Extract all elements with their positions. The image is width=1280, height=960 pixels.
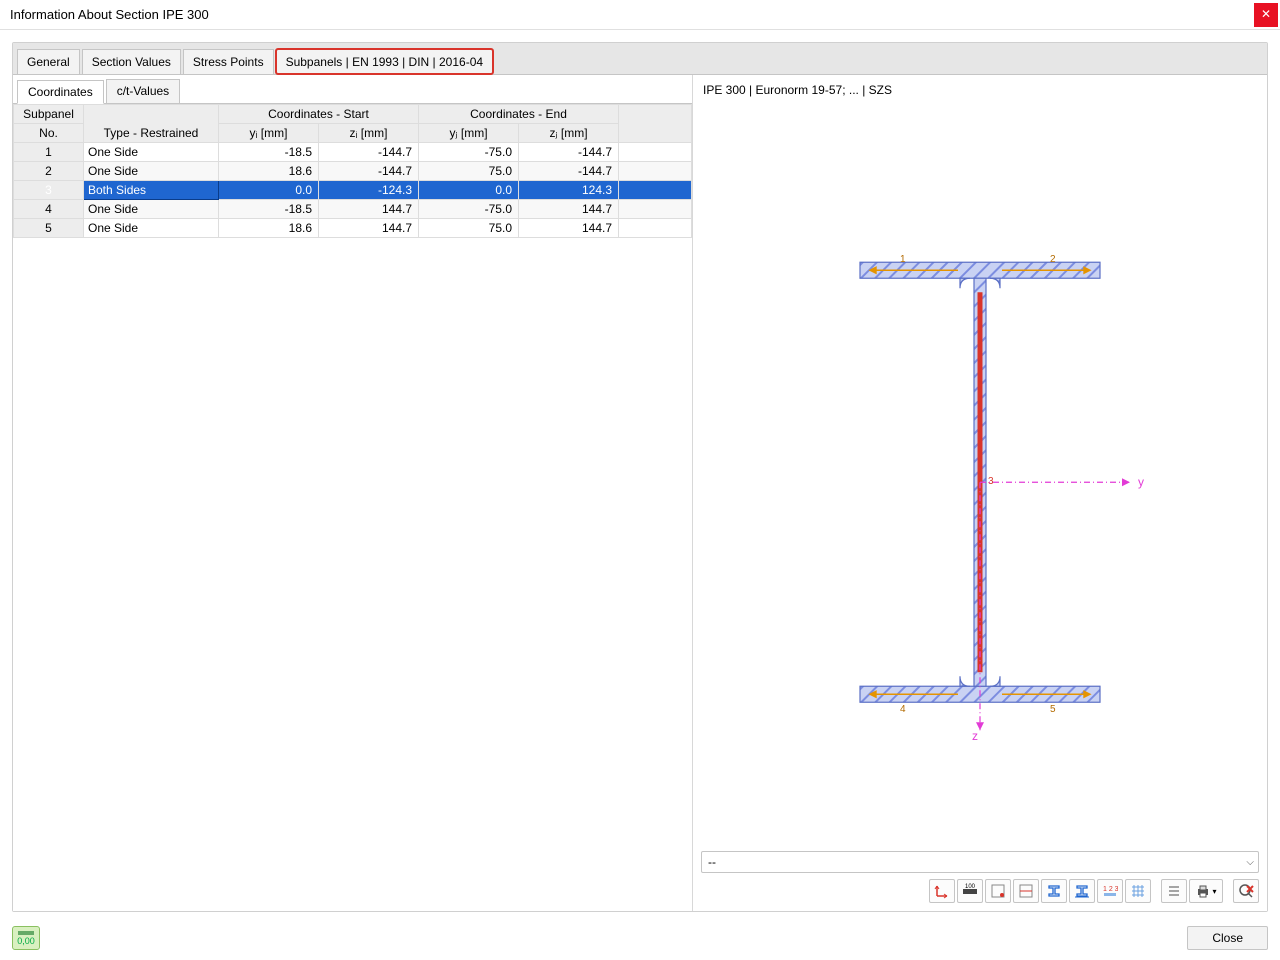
table-row[interactable]: 1 One Side -18.5 -144.7 -75.0 -144.7 [14, 143, 692, 162]
close-button[interactable]: Close [1187, 926, 1268, 950]
window-close-button[interactable]: ✕ [1254, 3, 1278, 27]
svg-text:1 2 3: 1 2 3 [1103, 886, 1118, 893]
tab-subpanels[interactable]: Subpanels | EN 1993 | DIN | 2016-04 [276, 49, 493, 74]
tool-grid-icon[interactable] [1125, 879, 1151, 903]
col-coords-start: Coordinates - Start [219, 105, 419, 124]
table-row-selected[interactable]: 3 Both Sides 0.0 -124.3 0.0 124.3 [14, 181, 692, 200]
col-subpanel-top: Subpanel [14, 105, 84, 124]
content-area: Coordinates c/t-Values [13, 74, 1267, 911]
subtab-ct-values[interactable]: c/t-Values [106, 79, 180, 103]
svg-text:4: 4 [900, 704, 906, 715]
right-pane: IPE 300 | Euronorm 19-57; ... | SZS [693, 75, 1267, 911]
selector-dropdown[interactable]: -- ⌵ [701, 851, 1259, 873]
col-type: Type - Restrained [84, 105, 219, 143]
window-title: Information About Section IPE 300 [10, 7, 209, 22]
i-beam-drawing: 1 2 4 5 3 y z [800, 182, 1160, 745]
toolbar-separator [1153, 879, 1159, 903]
svg-text:1: 1 [900, 254, 906, 265]
units-button[interactable]: 0,00 [12, 926, 40, 950]
tool-list-icon[interactable] [1161, 879, 1187, 903]
tool-reset-icon[interactable] [1233, 879, 1259, 903]
chevron-down-icon: ▾ [1212, 887, 1216, 896]
table-body: 1 One Side -18.5 -144.7 -75.0 -144.7 2 O… [14, 143, 692, 238]
col-coords-end: Coordinates - End [419, 105, 619, 124]
svg-text:100: 100 [965, 884, 976, 890]
tool-ruler-icon[interactable]: 100 [957, 879, 983, 903]
main-panel: General Section Values Stress Points Sub… [12, 42, 1268, 912]
col-spacer [619, 105, 692, 143]
col-subpanel-bot: No. [14, 124, 84, 143]
tool-section-icon[interactable] [1041, 879, 1067, 903]
table-row[interactable]: 2 One Side 18.6 -144.7 75.0 -144.7 [14, 162, 692, 181]
viewer-caption: IPE 300 | Euronorm 19-57; ... | SZS [693, 75, 1267, 101]
tab-general[interactable]: General [17, 49, 80, 74]
svg-text:2: 2 [1050, 254, 1056, 265]
col-yj: yⱼ [mm] [419, 124, 519, 143]
subpanels-table[interactable]: Subpanel Type - Restrained Coordinates -… [13, 104, 692, 238]
tool-axes-icon[interactable] [929, 879, 955, 903]
tab-stress-points[interactable]: Stress Points [183, 49, 274, 74]
svg-text:5: 5 [1050, 704, 1056, 715]
footer-bar: 0,00 Close [12, 926, 1268, 950]
subtab-strip: Coordinates c/t-Values [13, 75, 692, 103]
subtab-coordinates[interactable]: Coordinates [17, 80, 104, 104]
viewer-toolbar: 100 1 2 3 ▾ [693, 875, 1267, 911]
dropdown-value: -- [708, 855, 716, 869]
tab-section-values[interactable]: Section Values [82, 49, 181, 74]
axis-y-label: y [1138, 475, 1144, 489]
tool-print-icon[interactable]: ▾ [1189, 879, 1223, 903]
table-row[interactable]: 5 One Side 18.6 144.7 75.0 144.7 [14, 219, 692, 238]
tool-ct-icon[interactable] [1013, 879, 1039, 903]
window-titlebar: Information About Section IPE 300 ✕ [0, 0, 1280, 30]
data-table-wrap: Subpanel Type - Restrained Coordinates -… [13, 103, 692, 911]
section-viewer[interactable]: 1 2 4 5 3 y z [699, 103, 1261, 847]
table-row[interactable]: 4 One Side -18.5 144.7 -75.0 144.7 [14, 200, 692, 219]
tool-stress-points-icon[interactable] [985, 879, 1011, 903]
tool-numbers-icon[interactable]: 1 2 3 [1097, 879, 1123, 903]
tool-section-dim-icon[interactable] [1069, 879, 1095, 903]
primary-tabstrip: General Section Values Stress Points Sub… [13, 43, 1267, 74]
axis-z-label: z [972, 729, 978, 742]
col-zi: zᵢ [mm] [319, 124, 419, 143]
chevron-down-icon: ⌵ [1246, 857, 1254, 868]
col-yi: yᵢ [mm] [219, 124, 319, 143]
left-pane: Coordinates c/t-Values [13, 75, 693, 911]
col-zj: zⱼ [mm] [519, 124, 619, 143]
toolbar-separator [1225, 879, 1231, 903]
